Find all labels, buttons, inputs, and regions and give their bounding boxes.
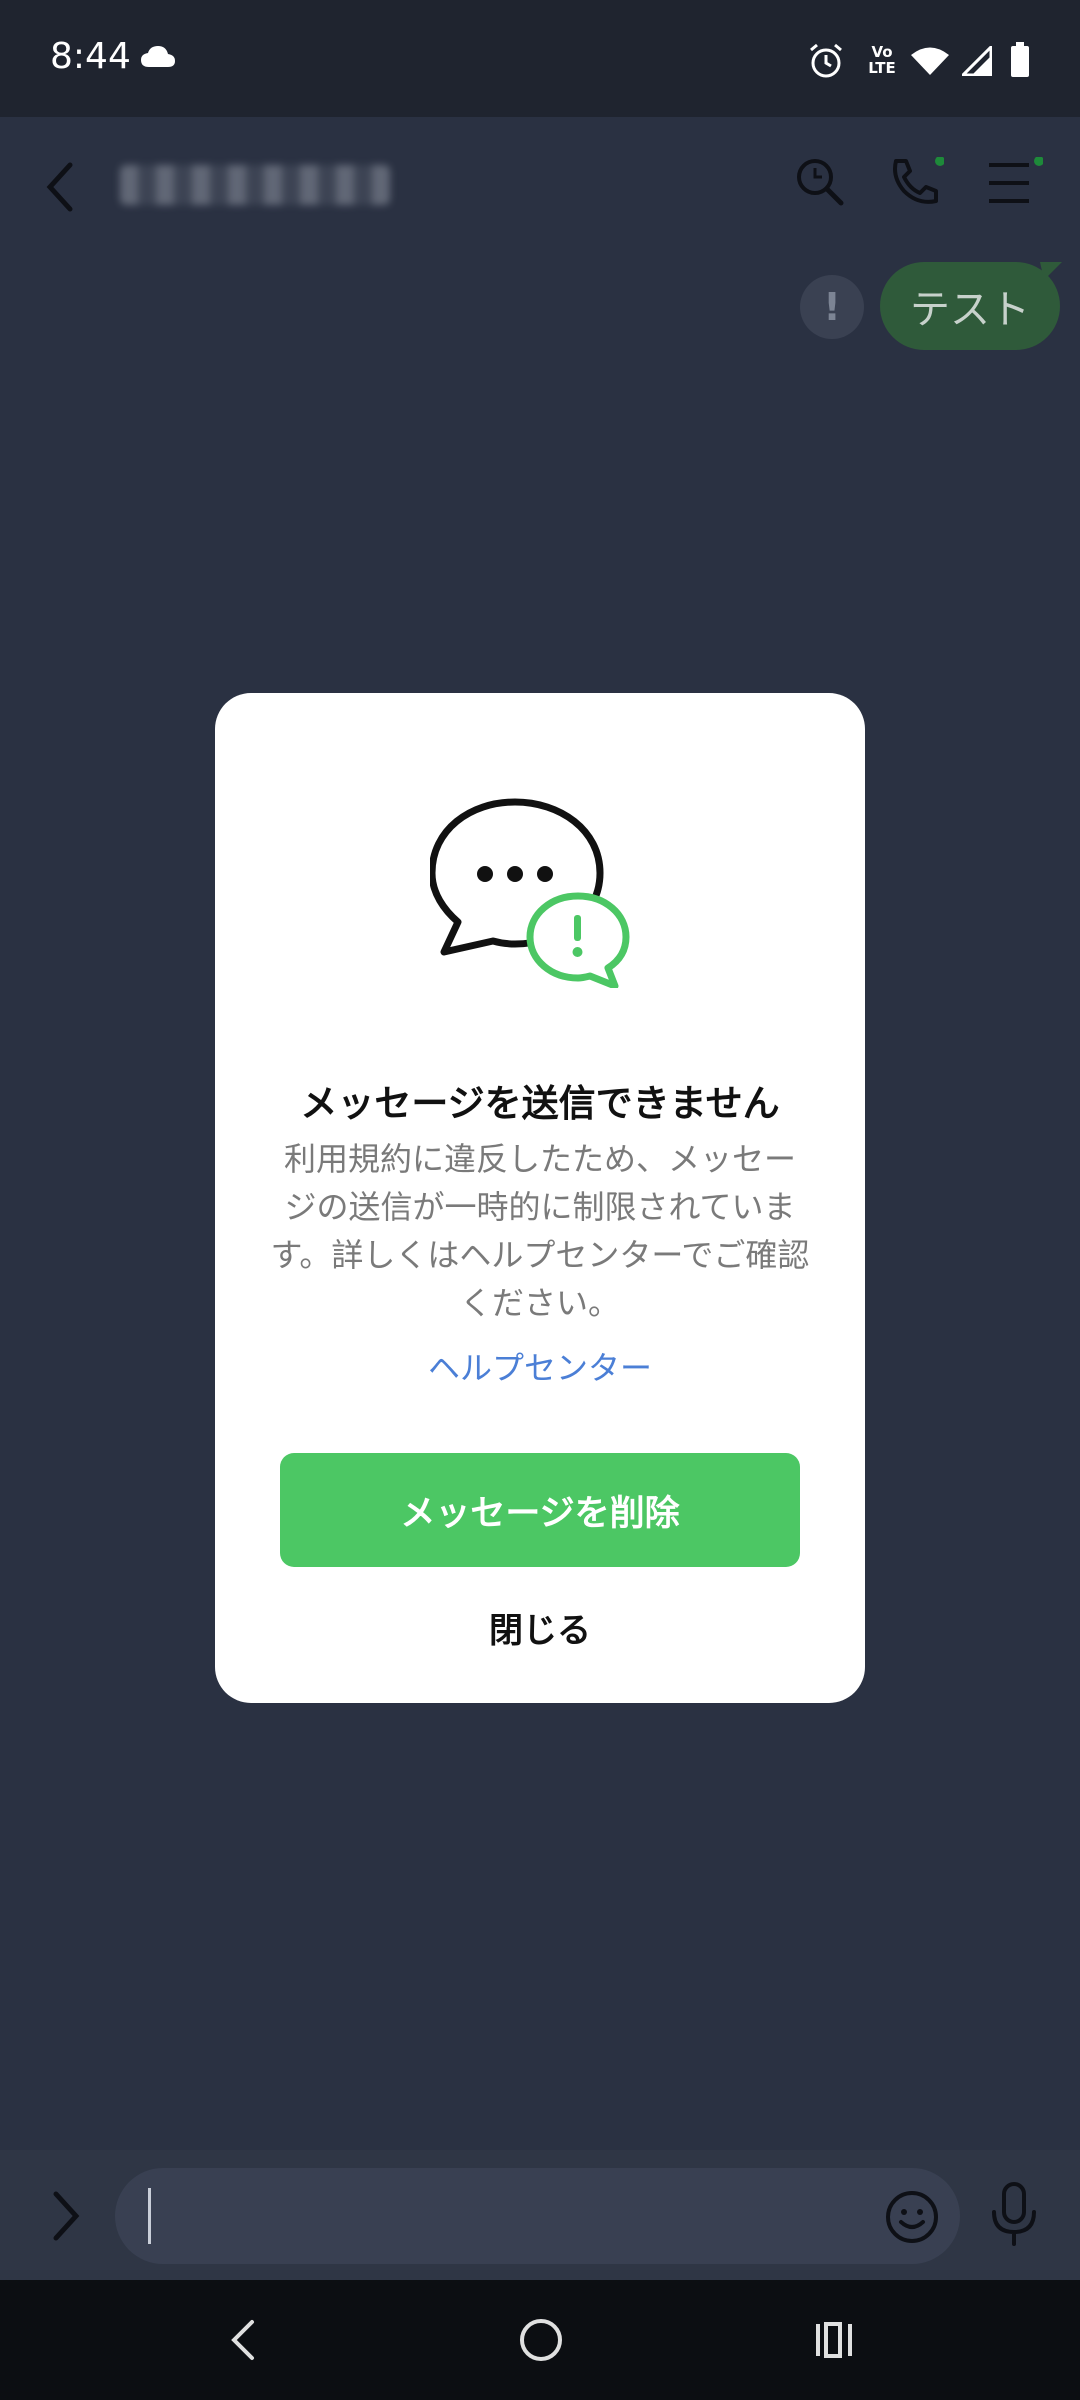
mic-icon[interactable]: [990, 2182, 1038, 2248]
cloud-icon: [140, 45, 176, 69]
message-input[interactable]: [115, 2168, 960, 2264]
status-bar: 8:44 Vo LTE: [0, 0, 1080, 117]
sent-message-bubble[interactable]: テスト: [880, 262, 1060, 350]
wifi-icon: [910, 46, 950, 76]
dialog-body: 利用規約に違反したため、メッセージの送信が一時的に制限されています。詳しくはヘル…: [270, 1140, 810, 1322]
status-time: 8:44: [50, 36, 131, 77]
volte-bottom-label: LTE: [868, 59, 896, 77]
help-center-link[interactable]: ヘルプセンター: [215, 1343, 865, 1389]
search-icon[interactable]: [795, 157, 845, 207]
emoji-icon[interactable]: [885, 2190, 939, 2244]
battery-icon: [1010, 42, 1030, 78]
expand-icon[interactable]: [48, 2188, 84, 2244]
phone-icon[interactable]: [888, 157, 944, 207]
close-button[interactable]: 閉じる: [215, 1603, 865, 1652]
message-error-icon: [430, 798, 640, 988]
alarm-icon: [808, 43, 844, 79]
contact-name-blurred: [120, 165, 390, 205]
system-nav-bar: [0, 2280, 1080, 2400]
dialog-title: メッセージを送信できません: [300, 1082, 780, 1125]
text-cursor: [148, 2188, 151, 2244]
delete-message-button[interactable]: メッセージを削除: [280, 1453, 800, 1567]
bubble-tail: [1040, 262, 1062, 284]
send-error-dialog: メッセージを送信できません 利用規約に違反したため、メッセージの送信が一時的に制…: [215, 693, 865, 1703]
recents-icon[interactable]: [812, 2318, 856, 2362]
home-icon[interactable]: [518, 2317, 564, 2363]
volte-top-label: Vo: [871, 43, 893, 61]
menu-icon[interactable]: [985, 157, 1043, 207]
back-icon[interactable]: [40, 157, 80, 217]
volte-icon: Vo LTE: [862, 44, 902, 76]
send-failed-icon[interactable]: !: [800, 275, 864, 339]
signal-icon: [962, 46, 992, 76]
nav-back-icon[interactable]: [228, 2318, 258, 2362]
